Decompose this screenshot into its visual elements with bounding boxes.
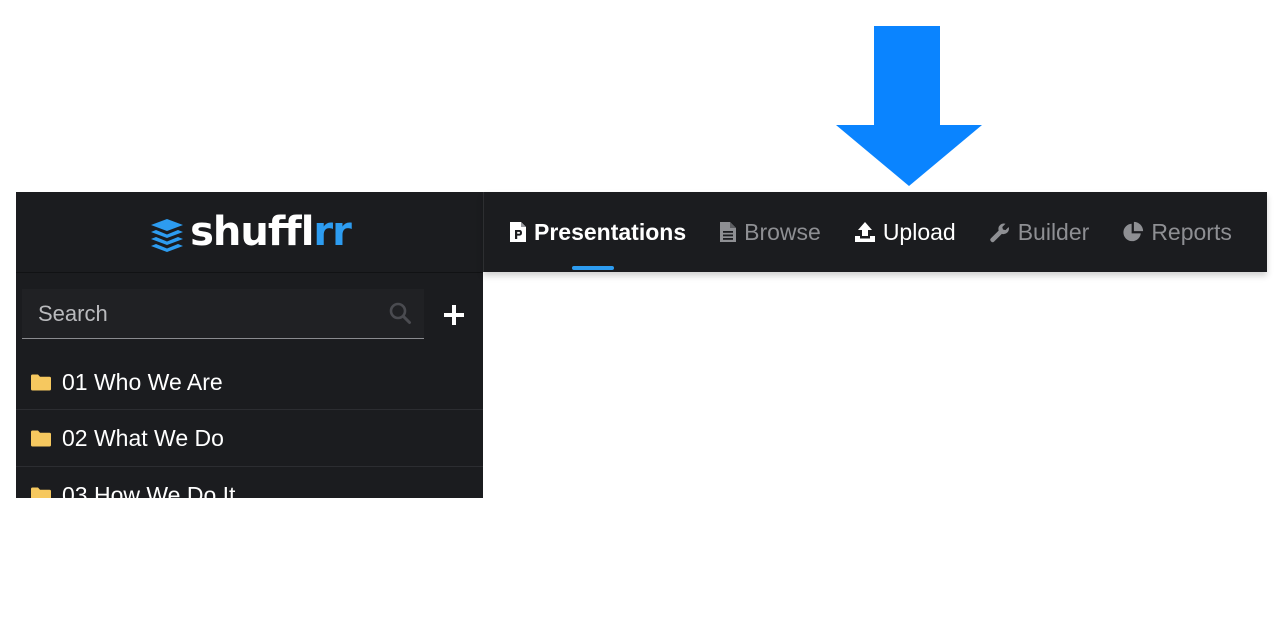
folder-icon: [31, 374, 51, 391]
search-box: [22, 289, 424, 339]
folder-item-what-we-do[interactable]: 02 What We Do: [16, 410, 483, 467]
folder-icon: [31, 487, 51, 498]
app-window: shufflrr Search 01 Who We Are 02 What We…: [16, 192, 1267, 498]
brand-name-main: shuffl: [190, 209, 314, 255]
folder-icon: [31, 430, 51, 446]
folder-label: 02 What We Do: [62, 424, 224, 451]
brand-logo[interactable]: shufflrr: [16, 192, 483, 273]
pie-chart-icon: [1123, 221, 1144, 242]
add-folder-button[interactable]: [440, 301, 468, 329]
upload-icon: [854, 222, 875, 242]
brand-name-accent: rr: [313, 209, 351, 255]
down-arrow-icon: [836, 26, 982, 186]
nav-browse[interactable]: Browse: [718, 192, 821, 272]
stacked-layers-logo-icon: [151, 219, 184, 252]
folder-item-who-we-are[interactable]: 01 Who We Are: [16, 356, 483, 410]
document-icon: [720, 222, 737, 242]
wrench-icon: [989, 223, 1009, 243]
nav-label: Builder: [1017, 218, 1090, 245]
brand-name: shufflrr: [190, 209, 352, 255]
nav-label: Presentations: [534, 218, 687, 245]
nav-presentations[interactable]: Presentations: [508, 192, 686, 272]
nav-upload[interactable]: Upload: [853, 192, 956, 272]
active-tab-indicator: [572, 266, 614, 270]
search-input[interactable]: [36, 299, 380, 329]
nav-label: Browse: [744, 218, 821, 245]
nav-label: Reports: [1151, 218, 1232, 245]
presentation-file-icon: [510, 222, 526, 242]
folder-item-how-we-do-it[interactable]: 03 How We Do It: [16, 467, 483, 498]
nav-reports[interactable]: Reports: [1121, 192, 1232, 272]
screenshot-canvas: shufflrr Search 01 Who We Are 02 What We…: [0, 0, 1280, 640]
nav-builder[interactable]: Builder: [988, 192, 1090, 272]
nav-label: Upload: [882, 218, 956, 245]
sidebar: shufflrr Search 01 Who We Are 02 What We…: [16, 192, 483, 498]
folder-label: 03 How We Do It: [62, 481, 236, 499]
top-nav-bar: Presentations Browse Upload Builder Repo…: [483, 192, 1267, 272]
plus-icon: [444, 305, 464, 325]
search-row: [16, 273, 483, 339]
folder-list: 01 Who We Are 02 What We Do 03 How We Do…: [16, 356, 483, 498]
search-icon[interactable]: [388, 301, 412, 325]
folder-label: 01 Who We Are: [62, 369, 223, 395]
main-nav: Presentations Browse Upload Builder Repo…: [508, 192, 1232, 272]
